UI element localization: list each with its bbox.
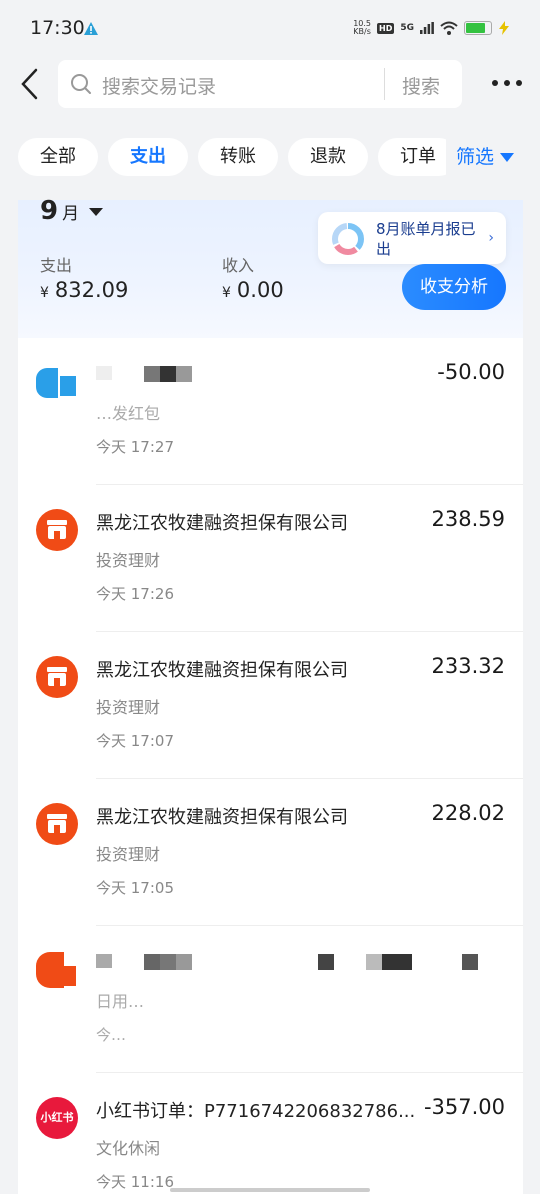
- transaction-amount: 233.32: [431, 654, 505, 678]
- shop-icon: [36, 656, 78, 698]
- income-total: ¥0.00: [222, 278, 284, 302]
- monthly-report-bubble[interactable]: 8月账单月报已出 ›: [318, 212, 506, 264]
- status-bar: 17:30 10.5 KB/s HD 5G: [0, 0, 540, 58]
- expense-label: 支出: [40, 256, 73, 275]
- shop-icon: [36, 803, 78, 845]
- transaction-amount: 228.02: [431, 801, 505, 825]
- transaction-time: 今天 11:16: [96, 1173, 174, 1191]
- report-ring-icon: [332, 223, 364, 255]
- tab-expense[interactable]: 支出: [108, 138, 188, 176]
- search-divider: [384, 68, 385, 100]
- transaction-title: 黑龙江农牧建融资担保有限公司: [96, 660, 348, 681]
- status-indicators: 10.5 KB/s HD 5G: [353, 20, 510, 36]
- back-arrow-icon[interactable]: [18, 68, 42, 100]
- chevron-right-icon: ›: [488, 230, 494, 246]
- transaction-time: 今天 17:27: [96, 438, 174, 456]
- transaction-category: 投资理财: [96, 845, 161, 864]
- blurred-avatar-icon: [36, 362, 78, 404]
- search-icon: [71, 74, 91, 94]
- filter-label: 筛选: [456, 146, 495, 168]
- tab-transfer[interactable]: 转账: [198, 138, 278, 176]
- blurred-avatar-icon: [36, 950, 78, 992]
- month-number: 9: [40, 196, 59, 226]
- filter-button[interactable]: 筛选: [446, 138, 540, 176]
- month-summary-card: 9月 支出 ¥832.09 收入 ¥0.00 8月账单月报已出 › 收支分析: [18, 196, 523, 338]
- status-time: 17:30: [30, 17, 85, 39]
- xiaohongshu-icon: 小红书: [36, 1097, 78, 1139]
- income-label: 收入: [222, 256, 255, 275]
- transaction-amount: -357.00: [423, 1095, 505, 1119]
- wifi-icon: [440, 21, 458, 35]
- transaction-amount: 238.59: [431, 507, 505, 531]
- income-value: 0.00: [236, 278, 284, 302]
- transaction-row[interactable]: 黑龙江农牧建融资担保有限公司 投资理财 今天 17:07 233.32: [18, 632, 523, 779]
- transaction-time: 今天 17:07: [96, 732, 174, 750]
- battery-icon: [464, 21, 492, 35]
- transaction-category: 投资理财: [96, 698, 161, 717]
- warning-icon: [84, 22, 98, 35]
- search-button[interactable]: 搜索: [402, 72, 440, 99]
- transaction-time: 今天 17:05: [96, 879, 174, 897]
- search-input[interactable]: 搜索交易记录: [102, 72, 216, 99]
- income-currency: ¥: [222, 285, 231, 301]
- report-text: 8月账单月报已出: [376, 220, 476, 258]
- transaction-row[interactable]: 黑龙江农牧建融资担保有限公司 投资理财 今天 17:05 228.02: [18, 779, 523, 926]
- network-speed-unit: KB/s: [353, 27, 371, 36]
- hd-badge: HD: [377, 22, 395, 34]
- home-indicator[interactable]: [170, 1188, 370, 1192]
- transaction-category: 日用…: [96, 992, 145, 1011]
- triangle-down-icon: [500, 153, 515, 162]
- transaction-list: …发红包 今天 17:27 -50.00 黑龙江农牧建融资担保有限公司 投资理财…: [18, 338, 523, 1194]
- transaction-time: 今…: [96, 1026, 127, 1044]
- shop-icon: [36, 509, 78, 551]
- signal-5g-icon: 5G: [400, 23, 414, 33]
- transaction-category: …发红包: [96, 404, 161, 423]
- month-unit: 月: [62, 204, 80, 224]
- transaction-category: 文化休闲: [96, 1139, 161, 1158]
- caret-down-icon: [89, 207, 104, 216]
- expense-total: ¥832.09: [40, 278, 128, 302]
- tab-order[interactable]: 订单: [378, 138, 448, 176]
- transaction-category: 投资理财: [96, 551, 161, 570]
- transaction-row[interactable]: 黑龙江农牧建融资担保有限公司 投资理财 今天 17:26 238.59: [18, 485, 523, 632]
- transaction-time: 今天 17:26: [96, 585, 174, 603]
- tab-refund[interactable]: 退款: [288, 138, 368, 176]
- search-bar[interactable]: 搜索交易记录 搜索: [58, 60, 462, 108]
- transaction-row[interactable]: …发红包 今天 17:27 -50.00: [18, 338, 523, 485]
- expense-currency: ¥: [40, 285, 49, 301]
- more-options-icon[interactable]: [492, 80, 522, 86]
- expense-value: 832.09: [54, 278, 129, 302]
- transaction-title: 黑龙江农牧建融资担保有限公司: [96, 513, 348, 534]
- transaction-title: 黑龙江农牧建融资担保有限公司: [96, 807, 348, 828]
- tab-all[interactable]: 全部: [18, 138, 98, 176]
- month-selector[interactable]: 9月: [40, 196, 104, 226]
- charging-icon: [499, 21, 509, 35]
- network-speed: 10.5 KB/s: [353, 20, 371, 36]
- signal-bars-icon: [420, 22, 434, 34]
- transaction-row[interactable]: 日用… 今…: [18, 926, 523, 1073]
- transaction-amount: -50.00: [437, 360, 505, 384]
- filter-tabs: 全部 支出 转账 退款 订单: [18, 138, 448, 176]
- transaction-row[interactable]: 小红书 小红书订单：P7716742206832786... 文化休闲 今天 1…: [18, 1073, 523, 1194]
- transaction-title: 小红书订单：P7716742206832786...: [96, 1101, 416, 1122]
- income-expense-analysis-button[interactable]: 收支分析: [402, 264, 506, 310]
